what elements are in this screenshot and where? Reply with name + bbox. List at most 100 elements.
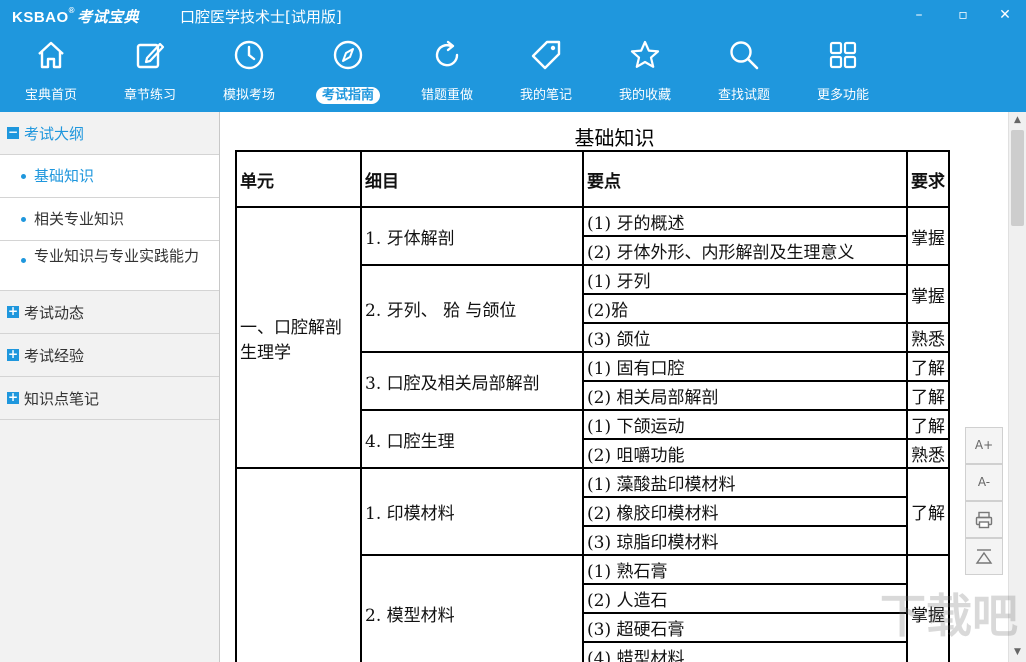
compass-icon [333, 40, 363, 70]
sidebar-item-0-1[interactable]: 相关专业知识 [0, 198, 219, 241]
toolbar-item-6[interactable]: 我的收藏 [596, 32, 694, 112]
sidebar-item-0-0[interactable]: 基础知识 [0, 155, 219, 198]
toolbar-item-label: 模拟考场 [222, 88, 275, 103]
toolbar-item-label: 错题重做 [420, 88, 473, 103]
sidebar-group-2[interactable]: + 考试经验 [0, 334, 219, 377]
bullet-icon [21, 258, 26, 263]
toolbar-item-label: 我的笔记 [519, 88, 572, 103]
sidebar-group-label: 考试动态 [24, 304, 85, 322]
point-cell: (2) 咀嚼功能 [582, 438, 908, 469]
page-title: 基础知识 [574, 126, 655, 150]
toolbar-item-4[interactable]: 错题重做 [398, 32, 496, 112]
requirement-cell: 熟悉 [906, 438, 950, 469]
toolbar-item-5[interactable]: 我的笔记 [497, 32, 595, 112]
point-cell: (3) 琼脂印模材料 [582, 525, 908, 556]
column-header: 要求 [906, 150, 950, 208]
toolbar-item-label: 宝典首页 [24, 88, 77, 103]
toolbar-item-3[interactable]: 考试指南 [299, 32, 397, 112]
back-to-top-button[interactable] [965, 538, 1003, 575]
sidebar-group-3[interactable]: + 知识点笔记 [0, 377, 219, 420]
toolbar-item-7[interactable]: 查找试题 [695, 32, 793, 112]
sidebar: − 考试大纲基础知识相关专业知识专业知识与专业实践能力 + 考试动态 + 考试经验 + 知识点… [0, 112, 220, 662]
requirement-cell: 了解 [906, 380, 950, 411]
window-title: 口腔医学技术士[试用版] [180, 8, 342, 26]
item-cell: 2. 模型材料 [360, 554, 584, 662]
watermark: 下载吧 [880, 589, 1018, 643]
sidebar-item-label: 基础知识 [34, 167, 95, 185]
item-cell: 1. 牙体解剖 [360, 206, 584, 266]
toolbar-item-label: 我的收藏 [618, 88, 671, 103]
scroll-up-arrow-icon[interactable]: ▲ [1009, 112, 1026, 129]
font-increase-button[interactable]: A+ [965, 427, 1003, 464]
expand-icon[interactable]: + [7, 391, 19, 404]
sidebar-group-1[interactable]: + 考试动态 [0, 291, 219, 334]
column-header: 细目 [360, 150, 584, 208]
collapse-icon[interactable]: − [7, 126, 19, 139]
requirement-cell: 熟悉 [906, 322, 950, 353]
point-cell: (2) 相关局部解剖 [582, 380, 908, 411]
toolbar-item-8[interactable]: 更多功能 [794, 32, 892, 112]
point-cell: (4) 蜡型材料 [582, 641, 908, 662]
sidebar-group-0[interactable]: − 考试大纲 [0, 112, 219, 155]
close-button[interactable]: ✕ [990, 4, 1020, 26]
point-cell: (3) 超硬石膏 [582, 612, 908, 643]
item-cell: 1. 印模材料 [360, 467, 584, 556]
syllabus-table: 单元 细目 要点 要求 一、口腔解剖生理学 1. 牙体解剖 (1) 牙的概述 掌握 (2) 牙体… [235, 150, 950, 662]
toolbar-item-label: 考试指南 [315, 87, 380, 104]
toolbar-item-2[interactable]: 模拟考场 [200, 32, 298, 112]
point-cell: (1) 熟石膏 [582, 554, 908, 585]
column-header: 单元 [235, 150, 362, 208]
app-logo: KSBAO® 考试宝典 [12, 6, 140, 26]
maximize-button[interactable]: ▫ [948, 4, 978, 26]
tag-icon [531, 40, 561, 70]
unit-cell: 一、口腔解剖生理学 [235, 206, 362, 469]
table-row: 一、口腔解剖生理学 1. 牙体解剖 (1) 牙的概述掌握 [235, 206, 950, 469]
toolbar-item-1[interactable]: 章节练习 [101, 32, 199, 112]
redo-icon [435, 40, 459, 67]
table-row: 1. 印模材料 (1) 藻酸盐印模材料 了解 [235, 467, 950, 662]
point-cell: (3) 颌位 [582, 322, 908, 353]
print-icon [975, 511, 993, 529]
clock-icon [234, 40, 264, 70]
item-cell: 3. 口腔及相关局部解剖 [360, 351, 584, 411]
requirement-cell: 了解 [906, 409, 950, 440]
toolbar-item-0[interactable]: 宝典首页 [2, 32, 100, 112]
edit-icon [136, 42, 165, 69]
requirement-cell: 掌握 [906, 264, 950, 324]
sidebar-group-label: 考试大纲 [24, 125, 85, 143]
expand-icon[interactable]: + [7, 348, 19, 361]
sidebar-group-label: 考试经验 [24, 347, 85, 365]
toolbar-item-label: 章节练习 [123, 88, 176, 103]
bullet-icon [21, 174, 26, 179]
minimize-button[interactable]: – [904, 4, 934, 26]
requirement-cell: 了解 [906, 467, 950, 556]
point-cell: (2)𬌗 [582, 293, 908, 324]
home-icon [38, 41, 64, 69]
point-cell: (2) 橡胶印模材料 [582, 496, 908, 527]
sidebar-item-label: 相关专业知识 [34, 210, 125, 228]
sidebar-item-0-2[interactable]: 专业知识与专业实践能力 [0, 241, 219, 291]
toolbar-item-label: 更多功能 [816, 88, 869, 103]
scrollbar-thumb[interactable] [1011, 130, 1024, 226]
toolbar-item-label: 查找试题 [717, 88, 770, 103]
item-cell: 4. 口腔生理 [360, 409, 584, 469]
star-icon [630, 40, 660, 68]
point-cell: (1) 牙列 [582, 264, 908, 295]
search-icon [730, 41, 759, 70]
sidebar-group-label: 知识点笔记 [24, 390, 100, 408]
bullet-icon [21, 217, 26, 222]
scroll-down-arrow-icon[interactable]: ▼ [1009, 644, 1026, 661]
point-cell: (1) 下颌运动 [582, 409, 908, 440]
point-cell: (1) 牙的概述 [582, 206, 908, 237]
unit-cell [235, 467, 362, 662]
requirement-cell: 了解 [906, 351, 950, 382]
column-header: 要点 [582, 150, 908, 208]
font-decrease-button[interactable]: A- [965, 464, 1003, 501]
item-cell: 2. 牙列、 𬌗 与颌位 [360, 264, 584, 353]
main-toolbar: 宝典首页 章节练习 模拟考场 考试指南 错题重做 我的笔记 我的收藏 查找试题 更多功能 [0, 32, 1026, 112]
expand-icon[interactable]: + [7, 305, 19, 318]
point-cell: (2) 人造石 [582, 583, 908, 614]
sidebar-item-label: 专业知识与专业实践能力 [34, 247, 200, 265]
print-button[interactable] [965, 501, 1003, 538]
arrow-up-icon [975, 549, 993, 564]
